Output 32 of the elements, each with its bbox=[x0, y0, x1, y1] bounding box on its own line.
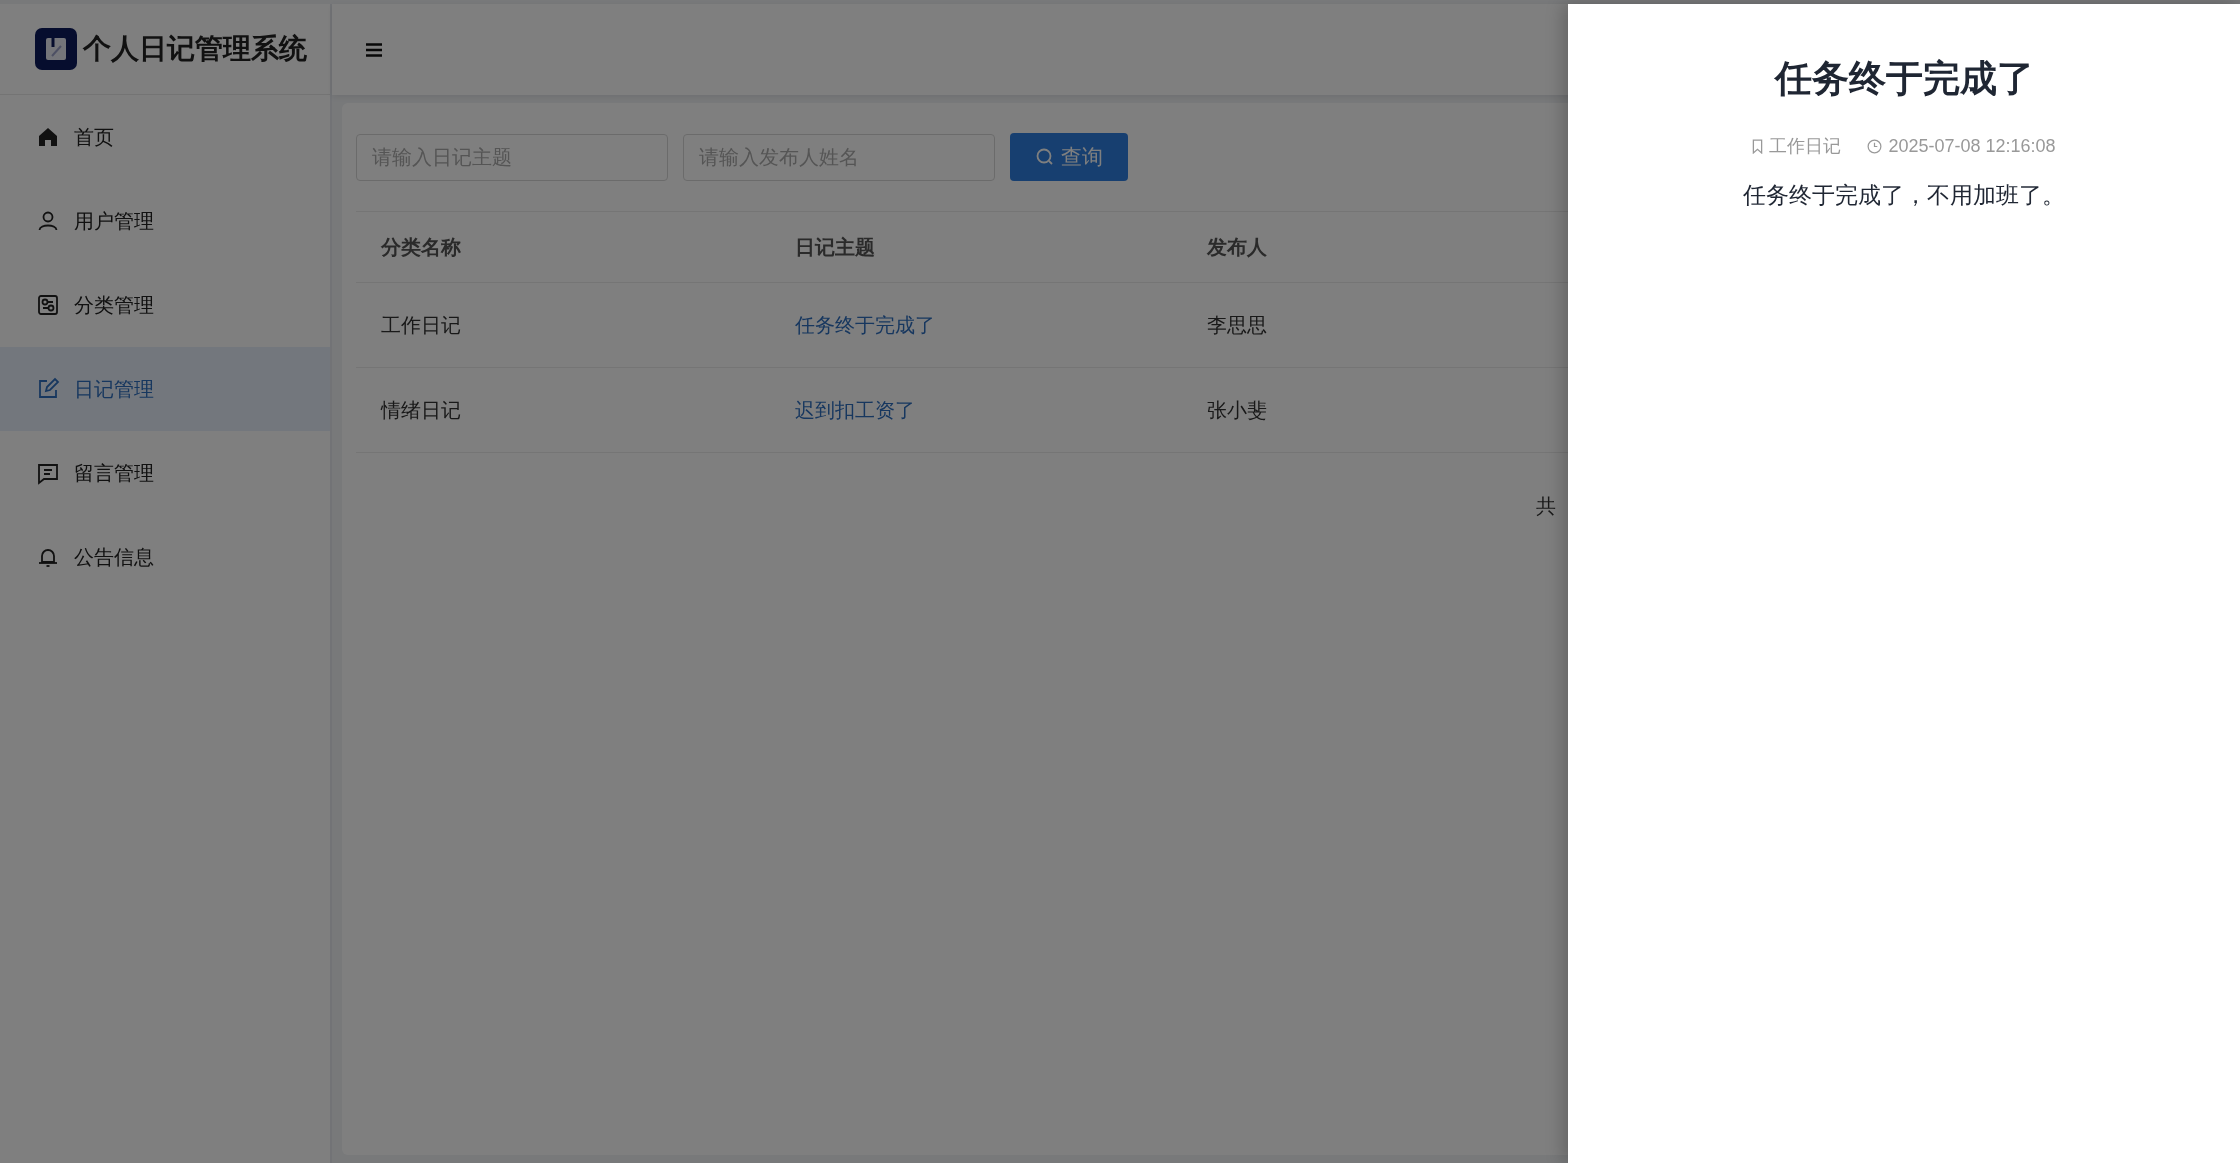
sidebar-item[interactable]: 日记管理 bbox=[0, 347, 330, 431]
diary-content: 任务终于完成了，不用加班了。 bbox=[1743, 181, 2065, 210]
diary-title: 任务终于完成了 bbox=[1774, 57, 2034, 101]
search-icon bbox=[1035, 147, 1055, 167]
user-icon bbox=[36, 209, 60, 233]
sidebar-item[interactable]: 分类管理 bbox=[0, 263, 330, 347]
sliders-icon bbox=[36, 293, 60, 317]
table-cell-text: 情绪日记 bbox=[381, 397, 461, 423]
message-icon bbox=[36, 461, 60, 485]
bookmark-icon bbox=[1752, 138, 1764, 154]
topic-link[interactable]: 迟到扣工资了 bbox=[795, 398, 915, 421]
logo-icon bbox=[35, 28, 77, 70]
table-cell-text: 工作日记 bbox=[381, 312, 461, 338]
search-button[interactable]: 查询 bbox=[1010, 133, 1128, 181]
app-title: 个人日记管理系统 bbox=[83, 32, 307, 66]
menu-icon[interactable] bbox=[366, 42, 382, 57]
diary-time: 2025-07-08 12:16:08 bbox=[1888, 135, 2056, 157]
topic-link[interactable]: 任务终于完成了 bbox=[795, 313, 935, 336]
sidebar-item[interactable]: 留言管理 bbox=[0, 431, 330, 515]
clock-icon bbox=[1867, 138, 1883, 154]
table-cell-text: 李思思 bbox=[1207, 312, 1267, 338]
sidebar-item[interactable]: 用户管理 bbox=[0, 179, 330, 263]
sidebar-item[interactable]: 首页 bbox=[0, 95, 330, 179]
sidebar-item[interactable]: 公告信息 bbox=[0, 515, 330, 599]
diary-category: 工作日记 bbox=[1769, 135, 1842, 158]
column-header: 发布人 bbox=[1207, 234, 1267, 260]
home-icon bbox=[36, 125, 60, 149]
table-cell-text: 张小斐 bbox=[1207, 397, 1267, 423]
pagination-total: 共 bbox=[1536, 495, 1556, 517]
edit-icon bbox=[36, 377, 60, 401]
column-header: 分类名称 bbox=[381, 234, 461, 260]
column-header: 日记主题 bbox=[795, 234, 875, 260]
